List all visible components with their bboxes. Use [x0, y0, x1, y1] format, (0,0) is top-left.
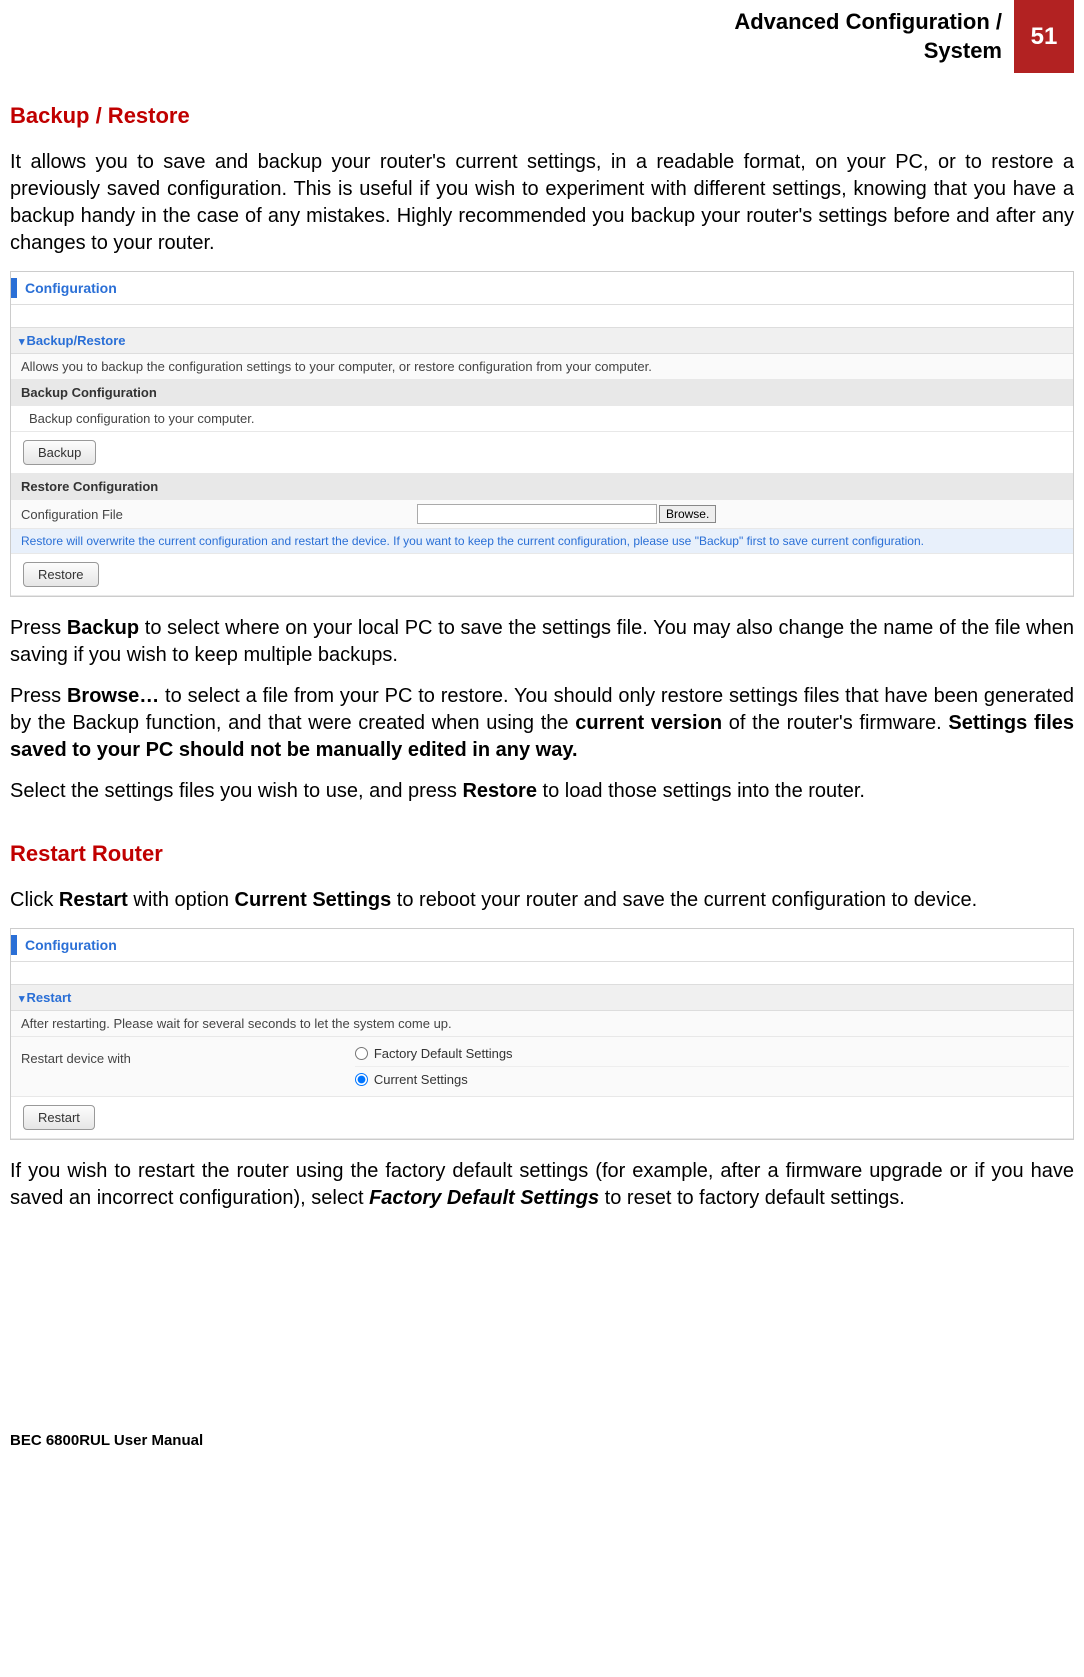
text: to select where on your local PC to save…: [10, 617, 1074, 666]
restart-intro-para: Click Restart with option Current Settin…: [10, 887, 1074, 914]
backup-button-row: Backup: [11, 432, 1073, 474]
restart-subhead-label: Restart: [27, 990, 72, 1005]
text: Press: [10, 685, 67, 707]
caret-down-icon: ▾: [19, 336, 25, 348]
restart-outro-para: If you wish to restart the router using …: [10, 1158, 1074, 1212]
current-settings-option[interactable]: Current Settings: [355, 1069, 1069, 1090]
panel-spacer: [11, 962, 1073, 984]
header-title: Advanced Configuration / System: [734, 0, 1014, 73]
caret-down-icon: ▾: [19, 993, 25, 1005]
backup-bold: Backup: [67, 617, 139, 639]
text: Click: [10, 889, 59, 911]
text: of the router's firmware.: [722, 712, 948, 734]
restart-subhead[interactable]: ▾Restart: [11, 984, 1073, 1011]
factory-default-label: Factory Default Settings: [374, 1046, 513, 1061]
restart-options-row: Restart device with Factory Default Sett…: [11, 1037, 1073, 1097]
browse-instruction-para: Press Browse… to select a file from your…: [10, 683, 1074, 764]
text: Press: [10, 617, 67, 639]
header-title-line2: System: [924, 38, 1002, 63]
header-title-line1: Advanced Configuration /: [734, 9, 1002, 34]
configuration-file-label: Configuration File: [21, 507, 417, 522]
page-number: 51: [1014, 0, 1074, 73]
backup-config-desc: Backup configuration to your computer.: [11, 406, 1073, 432]
panel-spacer: [11, 305, 1073, 327]
page-header: Advanced Configuration / System 51: [10, 0, 1074, 73]
configuration-label: Configuration: [25, 937, 117, 953]
text: Select the settings files you wish to us…: [10, 780, 462, 802]
footer-text: BEC 6800RUL User Manual: [10, 1432, 1074, 1469]
accent-stripe: [11, 278, 17, 298]
text: to reset to factory default settings.: [599, 1187, 905, 1209]
browse-button[interactable]: Browse.: [659, 505, 716, 523]
factory-default-radio[interactable]: [355, 1047, 368, 1060]
configuration-file-input[interactable]: [417, 504, 657, 524]
current-version-bold: current version: [575, 712, 722, 734]
restore-bold: Restore: [462, 780, 536, 802]
restore-warning-note: Restore will overwrite the current confi…: [11, 529, 1073, 554]
restore-button-row: Restore: [11, 554, 1073, 596]
configuration-bar: Configuration: [11, 929, 1073, 962]
backup-restore-intro: It allows you to save and backup your ro…: [10, 149, 1074, 257]
restart-bold: Restart: [59, 889, 128, 911]
text: to load those settings into the router.: [537, 780, 865, 802]
current-settings-label: Current Settings: [374, 1072, 468, 1087]
restart-button-row: Restart: [11, 1097, 1073, 1139]
browse-bold: Browse…: [67, 685, 159, 707]
configuration-label: Configuration: [25, 280, 117, 296]
backup-restore-description: Allows you to backup the configuration s…: [11, 354, 1073, 380]
factory-default-settings-bold: Factory Default Settings: [369, 1187, 599, 1209]
configuration-file-row: Configuration File Browse.: [11, 500, 1073, 529]
restart-device-with-label: Restart device with: [11, 1037, 351, 1080]
factory-default-option[interactable]: Factory Default Settings: [355, 1043, 1069, 1067]
restore-config-header: Restore Configuration: [11, 474, 1073, 500]
backup-config-header: Backup Configuration: [11, 380, 1073, 406]
backup-restore-subhead[interactable]: ▾Backup/Restore: [11, 327, 1073, 354]
restore-button[interactable]: Restore: [23, 562, 99, 587]
configuration-bar: Configuration: [11, 272, 1073, 305]
restart-button[interactable]: Restart: [23, 1105, 95, 1130]
backup-instruction-para: Press Backup to select where on your loc…: [10, 615, 1074, 669]
restart-router-heading: Restart Router: [10, 841, 1074, 867]
accent-stripe: [11, 935, 17, 955]
restart-panel: Configuration ▾Restart After restarting.…: [10, 928, 1074, 1140]
backup-restore-heading: Backup / Restore: [10, 103, 1074, 129]
restart-options: Factory Default Settings Current Setting…: [351, 1037, 1073, 1096]
backup-button[interactable]: Backup: [23, 440, 96, 465]
restart-description: After restarting. Please wait for severa…: [11, 1011, 1073, 1037]
backup-restore-subhead-label: Backup/Restore: [27, 333, 126, 348]
text: to reboot your router and save the curre…: [391, 889, 977, 911]
current-settings-radio[interactable]: [355, 1073, 368, 1086]
backup-restore-panel: Configuration ▾Backup/Restore Allows you…: [10, 271, 1074, 597]
restore-instruction-para: Select the settings files you wish to us…: [10, 778, 1074, 805]
current-settings-bold: Current Settings: [235, 889, 392, 911]
text: with option: [128, 889, 235, 911]
